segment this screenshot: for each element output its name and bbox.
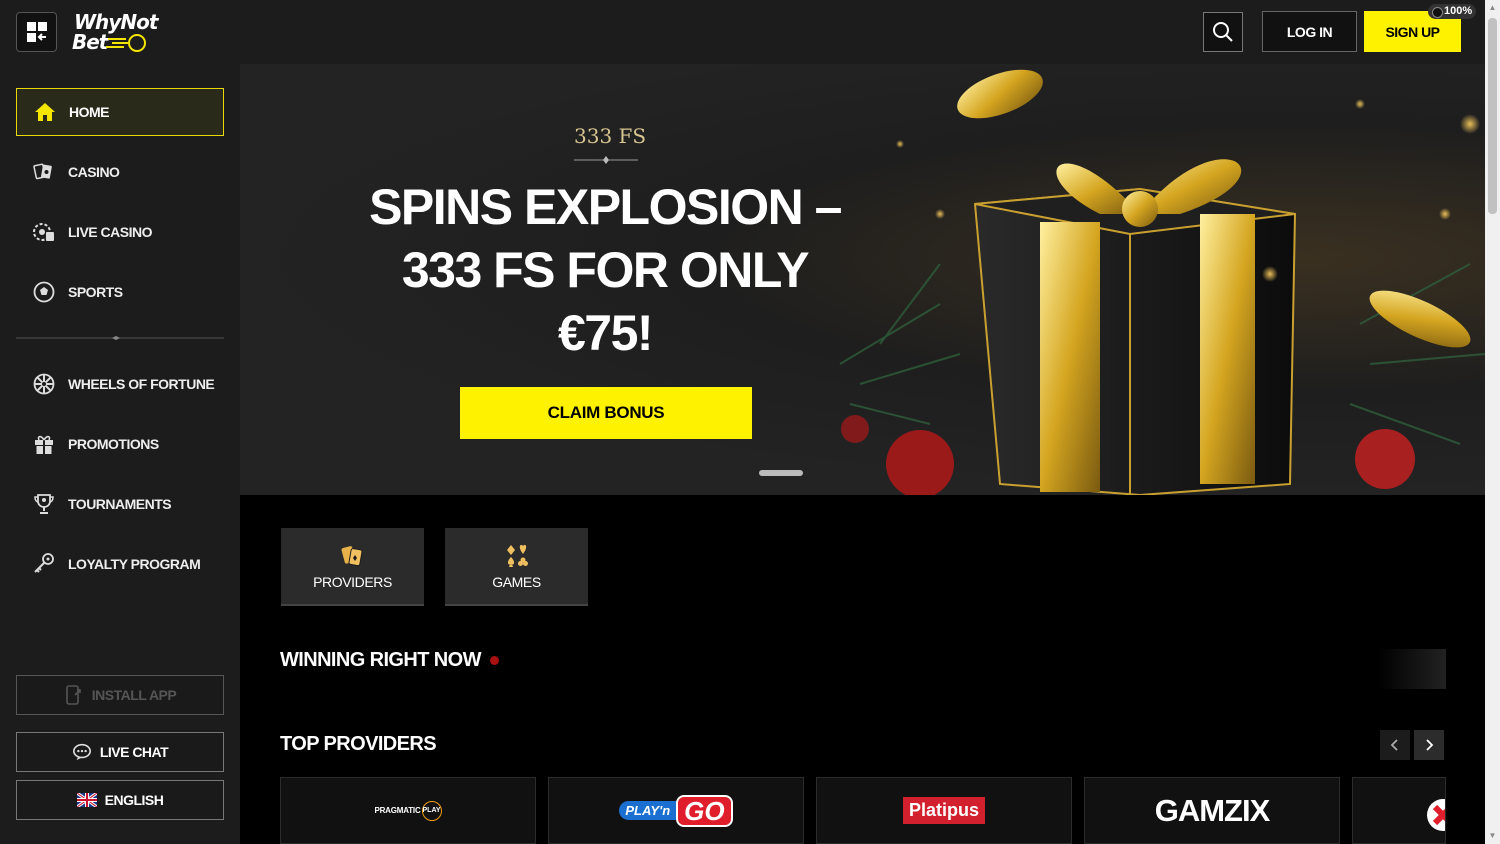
sidebar: HOME CASINO LIVE CASINO SPORTS WHEELS OF… xyxy=(0,64,240,844)
hero-banner: 333 FS SPINS EXPLOSION – 333 FS FOR ONLY… xyxy=(240,64,1485,495)
sidebar-item-wheels-of-fortune[interactable]: WHEELS OF FORTUNE xyxy=(16,360,224,408)
uk-flag-icon xyxy=(76,790,97,810)
sidebar-item-label: CASINO xyxy=(68,164,120,180)
providers-next-button[interactable] xyxy=(1414,730,1444,760)
sidebar-item-live-casino[interactable]: LIVE CASINO xyxy=(16,208,224,256)
live-chat-button[interactable]: LIVE CHAT xyxy=(16,732,224,772)
login-button[interactable]: LOG IN xyxy=(1262,11,1357,52)
trophy-icon xyxy=(32,492,56,516)
top-providers-title: TOP PROVIDERS xyxy=(280,733,437,755)
provider-logo-text: PRAGMATIC xyxy=(374,806,421,815)
sidebar-item-tournaments[interactable]: TOURNAMENTS xyxy=(16,480,224,528)
install-phone-icon xyxy=(64,685,84,705)
hero-ornament-divider xyxy=(574,156,638,164)
wheel-icon xyxy=(32,372,56,396)
sidebar-divider xyxy=(16,336,224,340)
menu-toggle-button[interactable] xyxy=(16,12,57,52)
provider-card-playn-go[interactable]: PLAY'n GO xyxy=(548,777,804,844)
games-tile[interactable]: GAMES xyxy=(445,528,588,606)
gift-icon xyxy=(32,432,56,456)
provider-card-platipus[interactable]: Platipus xyxy=(816,777,1072,844)
sidebar-item-label: HOME xyxy=(69,104,110,120)
sidebar-item-label: TOURNAMENTS xyxy=(68,496,172,512)
provider-logo-badge: PLAY xyxy=(421,800,442,821)
zoom-level-badge: 100% xyxy=(1428,4,1477,19)
provider-card-gamzix[interactable]: GAMZIX xyxy=(1084,777,1340,844)
chevron-right-icon xyxy=(1426,739,1434,751)
search-button[interactable] xyxy=(1203,12,1243,52)
claim-bonus-button[interactable]: CLAIM BONUS xyxy=(460,387,752,439)
provider-logo-badge: GO xyxy=(676,794,733,827)
provider-logo-text: GAMZIX xyxy=(1154,792,1271,828)
search-icon xyxy=(1213,22,1233,42)
winning-right-now-title: WINNING RIGHT NOW xyxy=(280,649,481,671)
provider-logo-text: Platipus xyxy=(902,797,985,824)
sidebar-item-label: WHEELS OF FORTUNE xyxy=(68,376,215,392)
live-casino-icon xyxy=(32,220,56,244)
carousel-indicator-active[interactable] xyxy=(759,470,803,476)
ball-icon xyxy=(128,34,146,52)
hero-title: SPINS EXPLOSION – 333 FS FOR ONLY €75! xyxy=(369,179,842,361)
provider-x-logo-icon xyxy=(1427,799,1445,831)
casino-cards-icon xyxy=(32,160,56,184)
soccer-ball-icon xyxy=(32,280,56,304)
install-app-label: INSTALL APP xyxy=(91,687,177,703)
scroll-down-arrow-icon[interactable]: ▼ xyxy=(1488,831,1497,841)
page-scrollbar[interactable]: ▲ ▼ xyxy=(1485,0,1500,844)
language-label: ENGLISH xyxy=(104,792,164,808)
install-app-button[interactable]: INSTALL APP xyxy=(16,675,224,715)
chevron-left-icon xyxy=(1390,739,1398,751)
chat-bubble-icon xyxy=(72,742,92,762)
scroll-thumb[interactable] xyxy=(1488,18,1497,214)
key-icon xyxy=(32,552,56,576)
winners-ticker-fade xyxy=(1378,649,1446,689)
sidebar-item-label: LOYALTY PROGRAM xyxy=(68,556,201,572)
sidebar-item-casino[interactable]: CASINO xyxy=(16,148,224,196)
live-indicator-dot xyxy=(490,656,499,665)
live-chat-label: LIVE CHAT xyxy=(99,744,169,760)
provider-card-partial[interactable] xyxy=(1352,777,1446,844)
top-header: WhyNot Bet LOG IN SIGN UP 100% xyxy=(0,0,1485,64)
card-suits-icon xyxy=(503,542,531,570)
hero-eyebrow: 333 FS xyxy=(574,124,647,148)
providers-tile[interactable]: PROVIDERS xyxy=(281,528,424,606)
provider-logo-text: PLAY'n xyxy=(619,801,677,820)
grid-collapse-icon xyxy=(26,22,47,42)
scroll-up-arrow-icon[interactable]: ▲ xyxy=(1488,3,1497,13)
home-icon xyxy=(33,100,57,124)
sidebar-item-label: PROMOTIONS xyxy=(68,436,159,452)
whynotbet-logo[interactable]: WhyNot Bet xyxy=(72,10,158,54)
cards-hand-icon xyxy=(339,542,367,570)
provider-card-pragmatic-play[interactable]: PRAGMATIC PLAY xyxy=(280,777,536,844)
logo-text-bottom: Bet xyxy=(72,30,108,54)
sidebar-item-label: SPORTS xyxy=(68,284,123,300)
sidebar-item-promotions[interactable]: PROMOTIONS xyxy=(16,420,224,468)
sidebar-item-sports[interactable]: SPORTS xyxy=(16,268,224,316)
language-selector[interactable]: ENGLISH xyxy=(16,780,224,820)
sidebar-item-loyalty-program[interactable]: LOYALTY PROGRAM xyxy=(16,540,224,588)
providers-prev-button[interactable] xyxy=(1380,730,1410,760)
sidebar-item-home[interactable]: HOME xyxy=(16,88,224,136)
providers-tile-label: PROVIDERS xyxy=(313,574,392,590)
games-tile-label: GAMES xyxy=(492,574,541,590)
sidebar-item-label: LIVE CASINO xyxy=(68,224,152,240)
speed-lines-icon xyxy=(106,38,128,48)
